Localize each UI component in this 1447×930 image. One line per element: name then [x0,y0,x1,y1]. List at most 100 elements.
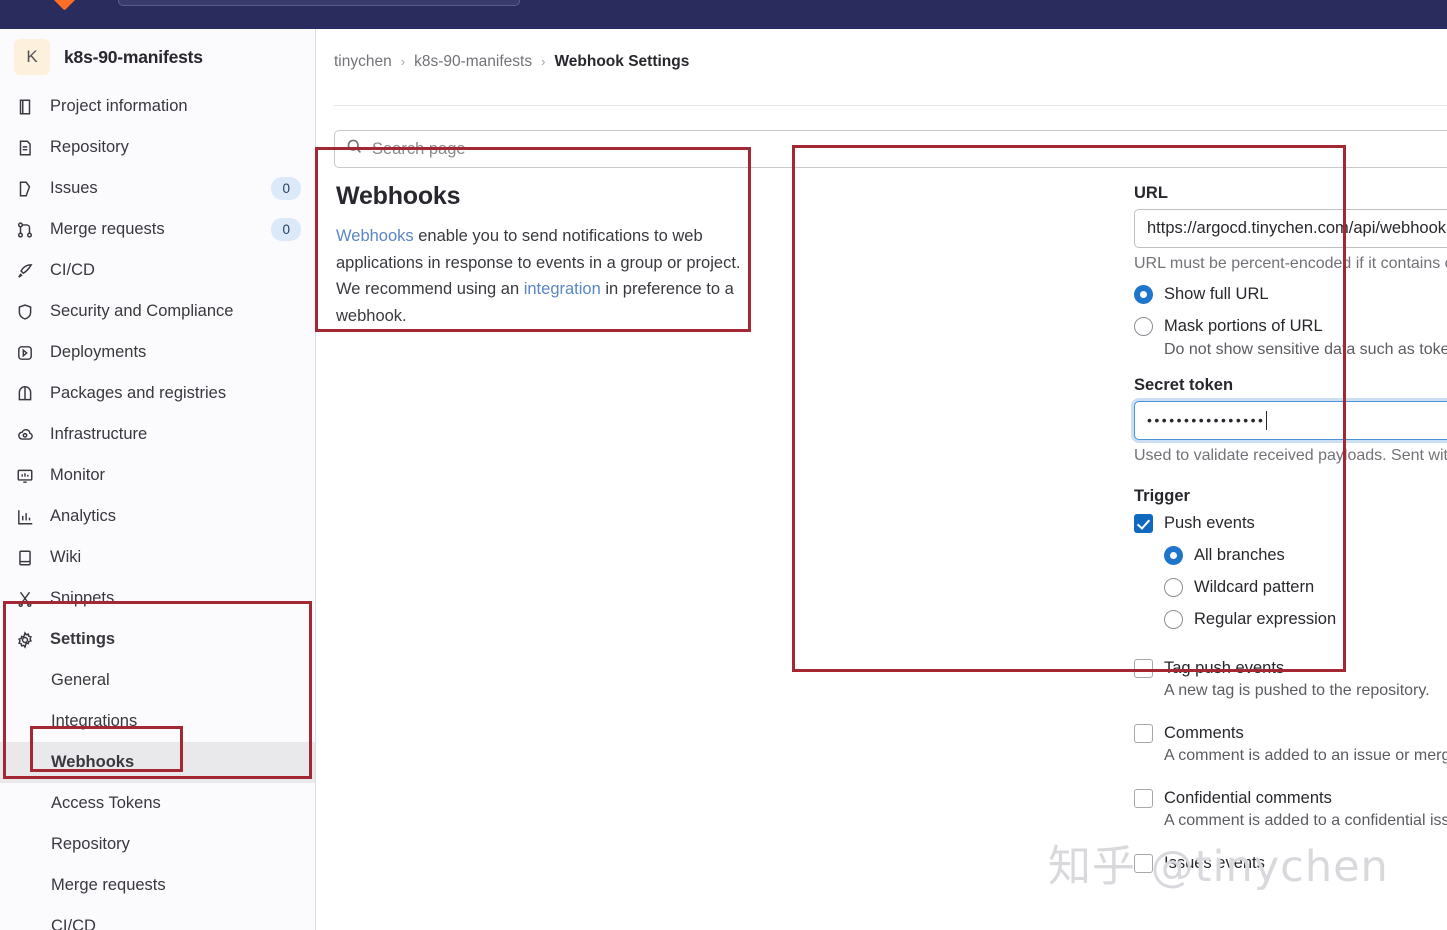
checkbox-confidential-comments[interactable] [1134,789,1153,809]
sidebar-subitem-label: General [51,671,110,689]
description-panel: Webhooks Webhooks enable you to send not… [336,182,756,330]
search-placeholder-text: Search page [372,139,466,158]
global-search-input[interactable] [118,0,520,6]
sidebar-item-wiki[interactable]: Wiki [0,537,315,578]
breadcrumb-separator-icon: › [541,54,546,69]
checkbox-comments[interactable] [1134,723,1153,743]
sidebar-item-ci-cd[interactable]: CI/CD [0,250,315,291]
sidebar-item-project-information[interactable]: Project information [0,86,315,127]
sidebar-item-label: Settings [50,630,116,648]
checkbox-label: Confidential comments [1164,789,1332,808]
sidebar-item-label: Monitor [50,466,106,484]
event-tag-push[interactable]: Tag push events A new tag is pushed to t… [1134,657,1447,700]
sidebar-subitem-label: Access Tokens [51,794,161,812]
sidebar-item-label: Deployments [50,343,147,361]
secret-token-hint: Used to validate received payloads. Sent… [1134,447,1447,465]
radio-label: Mask portions of URL [1164,317,1323,336]
shield-icon [16,303,34,321]
sidebar-item-label: Packages and registries [50,384,227,402]
sidebar-item-issues[interactable]: Issues 0 [0,168,315,209]
sidebar-item-snippets[interactable]: Snippets [0,578,315,619]
sidebar-item-monitor[interactable]: Monitor [0,455,315,496]
radio-show-full-url[interactable] [1134,285,1153,304]
radio-label: Regular expression [1194,610,1337,629]
breadcrumb-item-project[interactable]: k8s-90-manifests [414,53,532,71]
checkbox-label: Tag push events [1164,658,1285,677]
trigger-push-events[interactable]: Push events [1134,512,1447,534]
gear-icon [16,630,34,649]
deployments-icon [16,344,34,362]
sidebar-item-label: Wiki [50,548,82,566]
search-input[interactable]: Search page [334,130,1447,168]
radio-label: Show full URL [1164,285,1269,303]
url-input[interactable]: https://argocd.tinychen.com/api/webhook [1134,209,1447,248]
radio-label: All branches [1194,545,1285,564]
sidebar-item-label: Infrastructure [50,425,148,443]
sidebar-subitem-label: Repository [51,835,130,853]
sidebar-item-settings-ci-cd[interactable]: CI/CD [0,906,315,930]
checkbox-tag-push-events[interactable] [1134,658,1153,678]
sidebar-item-deployments[interactable]: Deployments [0,332,315,373]
gitlab-logo-icon[interactable] [52,0,78,12]
webhooks-doc-link[interactable]: Webhooks [336,227,414,245]
event-comments[interactable]: Comments A comment is added to an issue … [1134,722,1447,765]
sidebar-item-label: Issues [50,179,98,197]
sidebar-subitem-label: Merge requests [51,876,166,894]
sidebar-item-infrastructure[interactable]: Infrastructure [0,414,315,455]
sidebar-item-settings-access-tokens[interactable]: Access Tokens [0,783,315,824]
checkbox-description: A comment is added to an issue or merge … [1164,747,1447,765]
checkbox-label: Issues events [1164,854,1265,873]
secret-token-hint-text: Used to validate received payloads. Sent… [1134,446,1447,464]
sidebar-item-settings-webhooks[interactable]: Webhooks [0,742,315,783]
book-open-icon [16,549,34,567]
issue-icon [16,180,34,198]
radio-label: Wildcard pattern [1194,578,1315,597]
trigger-section-label: Trigger [1134,486,1190,505]
sidebar-item-repository[interactable]: Repository [0,127,315,168]
event-confidential-comments[interactable]: Confidential comments A comment is added… [1134,787,1447,830]
event-issues[interactable]: Issues events [1134,852,1447,874]
merge-request-icon [16,221,34,239]
sidebar-item-packages-and-registries[interactable]: Packages and registries [0,373,315,414]
checkbox-issues-events[interactable] [1134,854,1153,874]
rocket-icon [16,262,34,280]
project-avatar: K [14,39,50,75]
breadcrumb: tinychen › k8s-90-manifests › Webhook Se… [316,29,1447,78]
sidebar-item-settings-general[interactable]: General [0,660,315,701]
radio-wildcard-pattern[interactable] [1164,578,1183,598]
project-header[interactable]: K k8s-90-manifests [0,29,315,83]
branch-option-regex[interactable]: Regular expression [1164,608,1447,630]
sidebar-item-settings[interactable]: Settings [0,619,315,660]
url-hint-text: URL must be percent-encoded if it contai… [1134,255,1447,272]
sidebar-item-settings-repository[interactable]: Repository [0,824,315,865]
sidebar-item-settings-merge-requests[interactable]: Merge requests [0,865,315,906]
merge-requests-count-badge: 0 [271,217,301,242]
url-option-show-full[interactable]: Show full URL [1134,283,1447,305]
description-text: Webhooks enable you to send notification… [336,223,766,330]
url-field-label: URL [1134,184,1168,202]
checkbox-push-events[interactable] [1134,513,1153,533]
search-icon [346,138,363,160]
issues-count-badge: 0 [271,176,301,201]
branch-option-all[interactable]: All branches [1164,544,1447,566]
url-option-mask[interactable]: Mask portions of URL Do not show sensiti… [1134,315,1447,358]
package-icon [16,385,34,403]
sidebar-item-security-and-compliance[interactable]: Security and Compliance [0,291,315,332]
radio-regular-expression[interactable] [1164,610,1183,630]
checkbox-description: A comment is added to a confidential iss… [1164,812,1447,830]
breadcrumb-item-group[interactable]: tinychen [334,53,392,71]
sidebar-item-label: Merge requests [50,220,165,238]
integration-link[interactable]: integration [524,280,601,298]
app-root: K k8s-90-manifests Project information R… [0,0,1447,930]
page-title: Webhooks [336,182,461,210]
sidebar-item-analytics[interactable]: Analytics [0,496,315,537]
secret-token-label: Secret token [1134,375,1234,394]
radio-all-branches[interactable] [1164,545,1183,565]
sidebar-item-settings-integrations[interactable]: Integrations [0,701,315,742]
radio-mask-url[interactable] [1134,317,1153,337]
branch-option-wildcard[interactable]: Wildcard pattern [1164,576,1447,598]
breadcrumb-divider [334,105,1447,106]
doc-code-icon [16,139,34,157]
sidebar-item-merge-requests[interactable]: Merge requests 0 [0,209,315,250]
secret-token-input[interactable]: •••••••••••••••• [1134,400,1447,440]
